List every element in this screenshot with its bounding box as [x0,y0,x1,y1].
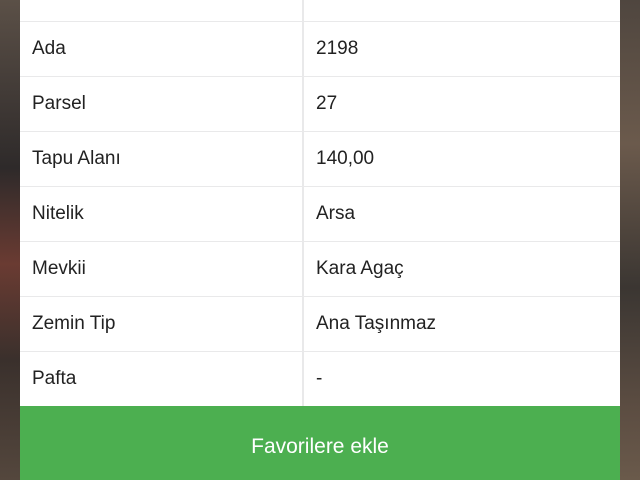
row-value: - [304,352,620,406]
row-value: 2198 [304,22,620,76]
row-label: Zemin Tip [20,297,302,351]
table-row: Ada 2198 [20,22,620,76]
row-value: 140,00 [304,132,620,186]
row-label: Mevkii [20,242,302,296]
row-label: Parsel [20,77,302,131]
table-row: Zemin Tip Ana Taşınmaz [20,297,620,351]
table-row: Parsel 27 [20,77,620,131]
row-value: 11326 [304,0,620,21]
row-label: Pafta [20,352,302,406]
row-value: Ana Taşınmaz [304,297,620,351]
screen: Mahalle No 11326 Ada 2198 Parsel 27 Tapu… [0,0,640,480]
table-row: Pafta - [20,352,620,406]
table-row: Mahalle No 11326 [20,0,620,21]
table-row: Nitelik Arsa [20,187,620,241]
row-value: Arsa [304,187,620,241]
details-table: Mahalle No 11326 Ada 2198 Parsel 27 Tapu… [20,0,620,407]
table-row: Tapu Alanı 140,00 [20,132,620,186]
background-photo-left [0,0,20,480]
row-label: Mahalle No [20,0,302,21]
background-photo-right [620,0,640,480]
row-label: Tapu Alanı [20,132,302,186]
table-row: Mevkii Kara Agaç [20,242,620,296]
row-value: Kara Agaç [304,242,620,296]
row-label: Nitelik [20,187,302,241]
row-value: 27 [304,77,620,131]
add-to-favorites-button[interactable]: Favorilere ekle [20,406,620,480]
row-label: Ada [20,22,302,76]
details-panel: Mahalle No 11326 Ada 2198 Parsel 27 Tapu… [20,0,620,480]
